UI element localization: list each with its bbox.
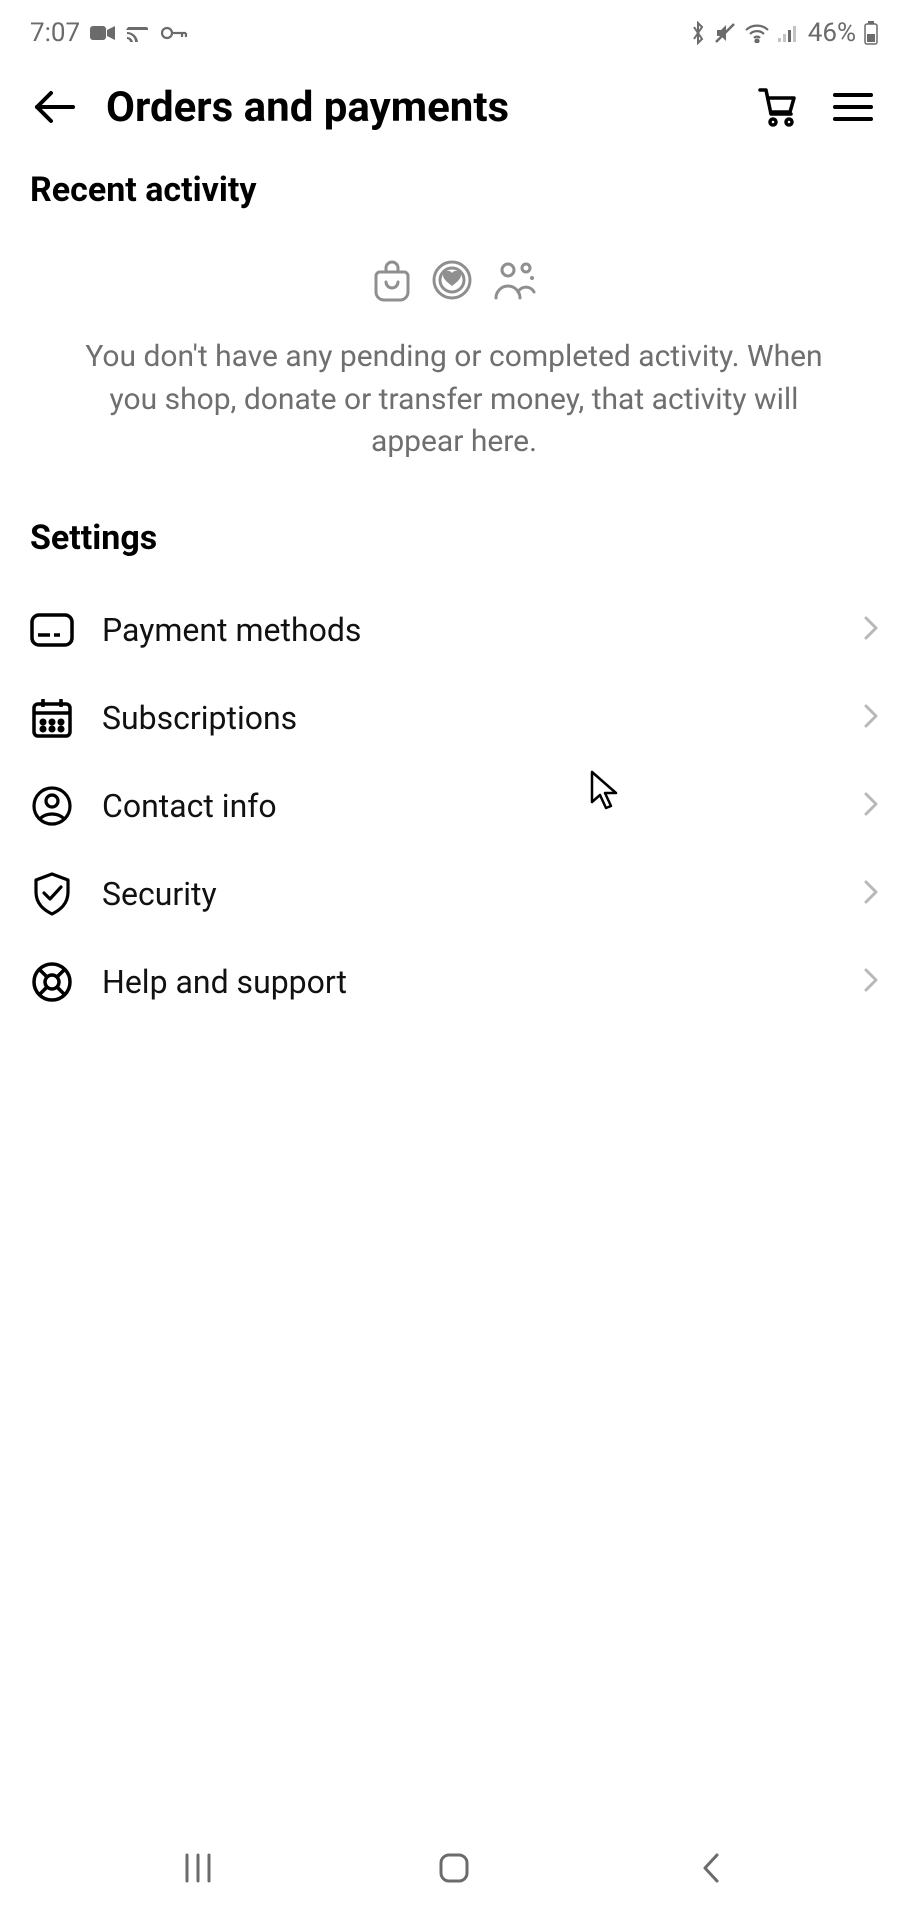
settings-item-security[interactable]: Security xyxy=(14,850,894,938)
chevron-right-icon xyxy=(864,880,878,908)
settings-item-label: Subscriptions xyxy=(102,699,836,737)
home-icon xyxy=(437,1851,471,1885)
hamburger-menu-icon xyxy=(833,91,873,123)
credit-card-icon xyxy=(30,608,74,652)
settings-item-subscriptions[interactable]: Subscriptions xyxy=(14,674,894,762)
page-title: Orders and payments xyxy=(106,83,726,132)
settings-item-label: Security xyxy=(102,875,836,913)
settings-title: Settings xyxy=(30,518,878,558)
chevron-right-icon xyxy=(864,704,878,732)
video-recording-icon xyxy=(90,24,116,42)
empty-state-text: You don't have any pending or completed … xyxy=(65,336,843,464)
calendar-icon xyxy=(30,696,74,740)
home-button[interactable] xyxy=(419,1843,489,1893)
cart-button[interactable] xyxy=(752,82,802,132)
app-bar: Orders and payments xyxy=(0,60,908,152)
nav-back-button[interactable] xyxy=(675,1843,745,1893)
settings-item-label: Contact info xyxy=(102,787,836,825)
mute-icon xyxy=(714,22,736,44)
status-left: 7:07 xyxy=(30,18,188,48)
recent-activity-title: Recent activity xyxy=(30,170,878,210)
chevron-right-icon xyxy=(864,968,878,996)
status-bar: 7:07 46% xyxy=(0,0,908,60)
recent-activity-section: Recent activity You don't have any pendi… xyxy=(0,152,908,500)
signal-icon xyxy=(778,24,800,42)
shield-check-icon xyxy=(30,872,74,916)
recents-icon xyxy=(181,1851,215,1885)
arrow-left-icon xyxy=(33,89,77,125)
settings-item-label: Payment methods xyxy=(102,611,836,649)
chevron-left-icon xyxy=(699,1851,721,1885)
battery-percent: 46% xyxy=(808,18,856,48)
cast-icon xyxy=(126,24,150,42)
recents-button[interactable] xyxy=(163,1843,233,1893)
user-circle-icon xyxy=(30,784,74,828)
vpn-key-icon xyxy=(160,26,188,40)
people-transfer-icon xyxy=(490,258,538,306)
back-button[interactable] xyxy=(30,82,80,132)
status-right: 46% xyxy=(690,18,878,48)
empty-state: You don't have any pending or completed … xyxy=(30,228,878,490)
lifebuoy-icon xyxy=(30,960,74,1004)
donate-heart-icon xyxy=(430,258,474,306)
battery-icon xyxy=(864,21,878,45)
status-time: 7:07 xyxy=(30,18,80,48)
settings-item-help-support[interactable]: Help and support xyxy=(14,938,894,1026)
settings-item-payment-methods[interactable]: Payment methods xyxy=(14,586,894,674)
shopping-cart-icon xyxy=(756,86,798,128)
chevron-right-icon xyxy=(864,792,878,820)
bluetooth-icon xyxy=(690,21,706,45)
system-nav-bar xyxy=(0,1825,908,1920)
menu-button[interactable] xyxy=(828,82,878,132)
settings-list: Payment methods Subscriptions Contact in… xyxy=(0,586,908,1026)
settings-item-label: Help and support xyxy=(102,963,836,1001)
chevron-right-icon xyxy=(864,616,878,644)
settings-item-contact-info[interactable]: Contact info xyxy=(14,762,894,850)
wifi-icon xyxy=(744,23,770,43)
empty-state-icons xyxy=(65,258,843,306)
settings-section: Settings xyxy=(0,500,908,586)
shopping-bag-icon xyxy=(370,258,414,306)
